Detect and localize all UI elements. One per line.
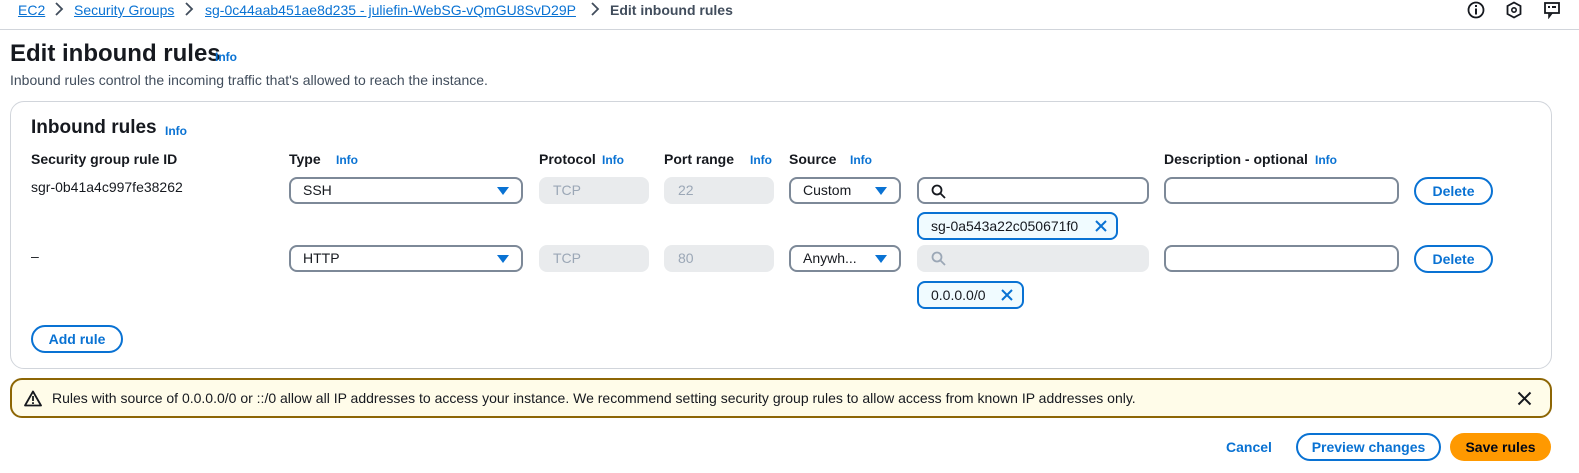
breadcrumb-ec2[interactable]: EC2	[18, 1, 45, 19]
warning-alert: Rules with source of 0.0.0.0/0 or ::/0 a…	[10, 378, 1552, 418]
inbound-rules-panel: Inbound rules Info Security group rule I…	[10, 101, 1552, 369]
warning-text: Rules with source of 0.0.0.0/0 or ::/0 a…	[52, 390, 1136, 406]
breadcrumb-current: Edit inbound rules	[610, 2, 733, 18]
section-info-link[interactable]: Info	[165, 124, 187, 138]
protocol-info-link[interactable]: Info	[602, 153, 624, 167]
delete-button[interactable]: Delete	[1414, 245, 1493, 273]
port-range-field: 22	[664, 177, 774, 204]
port-range-info-link[interactable]: Info	[750, 153, 772, 167]
search-icon	[931, 184, 946, 199]
description-input[interactable]	[1164, 177, 1399, 204]
remove-token-icon[interactable]	[1000, 288, 1014, 302]
breadcrumb-security-group[interactable]: sg-0c44aab451ae8d235 - juliefin-WebSG-vQ…	[205, 1, 576, 19]
col-header-port-range: Port range	[664, 151, 735, 167]
type-select[interactable]: HTTP	[289, 245, 523, 272]
breadcrumb-security-groups[interactable]: Security Groups	[74, 1, 174, 19]
source-token: sg-0a543a22c050671f0	[917, 212, 1118, 240]
feedback-icon[interactable]	[1543, 1, 1561, 19]
caret-down-icon	[497, 255, 509, 263]
chevron-right-icon	[55, 2, 64, 16]
caret-down-icon	[875, 187, 887, 195]
warning-icon	[24, 390, 42, 407]
caret-down-icon	[497, 187, 509, 195]
source-search-input	[917, 245, 1149, 272]
chevron-right-icon	[185, 2, 194, 16]
port-range-field: 80	[664, 245, 774, 272]
section-title: Inbound rules	[31, 117, 157, 138]
caret-down-icon	[875, 255, 887, 263]
description-info-link[interactable]: Info	[1315, 153, 1337, 167]
page-title: Edit inbound rules	[10, 40, 221, 67]
info-circle-icon[interactable]	[1467, 1, 1485, 19]
breadcrumb: EC2 Security Groups sg-0c44aab451ae8d235…	[0, 0, 1579, 30]
rule-id: –	[31, 248, 39, 264]
rule-id: sgr-0b41a4c997fe38262	[31, 179, 183, 195]
source-select[interactable]: Custom	[789, 177, 901, 204]
shield-icon[interactable]	[1505, 1, 1523, 19]
source-search-input[interactable]	[917, 177, 1149, 204]
col-header-type: Type	[289, 151, 321, 167]
col-header-rule-id: Security group rule ID	[31, 151, 178, 167]
delete-button[interactable]: Delete	[1414, 177, 1493, 205]
type-select-value: HTTP	[303, 250, 340, 266]
add-rule-button[interactable]: Add rule	[31, 325, 123, 353]
source-select[interactable]: Anywh...	[789, 245, 901, 272]
chevron-right-icon	[591, 2, 600, 16]
preview-changes-button[interactable]: Preview changes	[1296, 433, 1441, 461]
col-header-protocol: Protocol	[539, 151, 596, 167]
page-description: Inbound rules control the incoming traff…	[10, 72, 488, 88]
col-header-description: Description - optional	[1164, 151, 1308, 167]
type-info-link[interactable]: Info	[336, 153, 358, 167]
description-input[interactable]	[1164, 245, 1399, 272]
col-header-source: Source	[789, 151, 837, 167]
page-info-link[interactable]: Info	[215, 50, 237, 64]
cancel-button[interactable]: Cancel	[1222, 438, 1276, 456]
protocol-field: TCP	[539, 245, 649, 272]
source-token-label: sg-0a543a22c050671f0	[931, 218, 1079, 234]
type-select-value: SSH	[303, 182, 332, 198]
save-rules-button[interactable]: Save rules	[1450, 433, 1551, 461]
source-token: 0.0.0.0/0	[917, 281, 1024, 309]
remove-token-icon[interactable]	[1094, 219, 1108, 233]
type-select[interactable]: SSH	[289, 177, 523, 204]
close-icon[interactable]	[1517, 391, 1532, 406]
source-info-link[interactable]: Info	[850, 153, 872, 167]
protocol-field: TCP	[539, 177, 649, 204]
search-icon	[931, 251, 946, 266]
source-token-label: 0.0.0.0/0	[931, 287, 986, 303]
